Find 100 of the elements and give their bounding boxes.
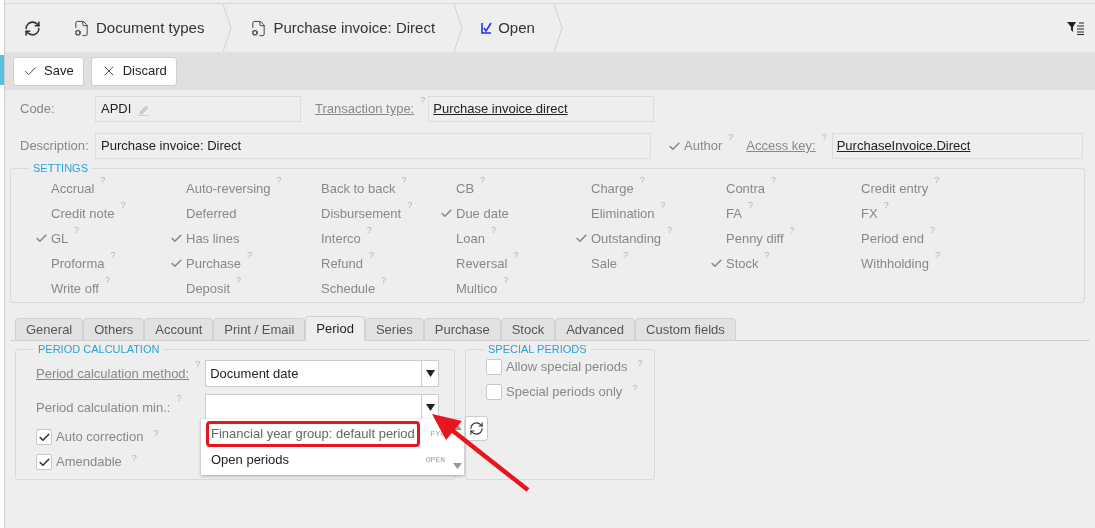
help-marker[interactable]: ? (420, 96, 426, 105)
setting-label: Multico (456, 279, 498, 298)
help-marker[interactable]: ? (503, 276, 509, 285)
transaction-type-field[interactable]: Purchase invoice direct (428, 96, 655, 122)
breadcrumb-item[interactable]: Open (463, 16, 553, 40)
help-marker[interactable]: ? (934, 251, 940, 260)
dropdown-option[interactable]: Open periods (206, 447, 295, 473)
breadcrumb-item[interactable]: Document types (55, 16, 223, 40)
field-label-link[interactable]: Transaction type: (315, 99, 415, 119)
setting-label: CB (456, 179, 475, 198)
help-marker[interactable]: ? (637, 359, 643, 368)
check-icon (481, 22, 493, 34)
help-marker[interactable]: ? (176, 394, 182, 403)
help-marker[interactable]: ? (764, 251, 770, 260)
setting-label: Accrual (51, 179, 95, 198)
help-marker[interactable]: ? (929, 226, 935, 235)
setting-label: Has lines (186, 229, 240, 248)
setting-label: Charge (591, 179, 634, 198)
help-marker[interactable]: ? (747, 201, 753, 210)
tab[interactable]: Custom fields (635, 318, 736, 341)
setting-label: Sale (591, 254, 618, 273)
help-marker[interactable]: ? (821, 133, 827, 142)
help-marker[interactable]: ? (407, 201, 413, 210)
filter-list-button[interactable] (1067, 21, 1085, 35)
setting-label: Credit entry (861, 179, 929, 198)
select-field[interactable] (205, 394, 440, 421)
section-title: SPECIAL PERIODS (487, 344, 588, 355)
discard-button[interactable]: Discard (90, 56, 177, 86)
tab[interactable]: General (15, 318, 84, 341)
help-marker[interactable]: ? (120, 201, 126, 210)
help-marker[interactable]: ? (366, 226, 372, 235)
help-marker[interactable]: ? (883, 201, 889, 210)
help-marker[interactable]: ? (667, 226, 673, 235)
setting-label: Reversal (456, 254, 508, 273)
breadcrumb-item[interactable]: Purchase invoice: Direct (232, 16, 454, 40)
help-marker[interactable]: ? (246, 251, 252, 260)
help-marker[interactable]: ? (934, 176, 940, 185)
tab[interactable]: Advanced (555, 318, 636, 341)
help-marker[interactable]: ? (789, 226, 795, 235)
help-marker[interactable]: ? (381, 276, 387, 285)
code-field[interactable]: APDI (95, 96, 301, 122)
help-marker[interactable]: ? (131, 454, 137, 463)
help-marker[interactable]: ? (639, 176, 645, 185)
help-marker[interactable]: ? (513, 251, 519, 260)
save-button[interactable]: Save (13, 56, 84, 86)
tab[interactable]: Period (305, 316, 365, 341)
setting-label: FX (861, 204, 878, 223)
help-marker[interactable]: ? (195, 360, 201, 369)
help-marker[interactable]: ? (368, 251, 374, 260)
setting-label: FA (726, 204, 742, 223)
check-icon (170, 257, 183, 270)
help-marker[interactable]: ? (490, 226, 496, 235)
access-key-field[interactable]: PurchaseInvoice.Direct (831, 133, 1083, 159)
help-marker[interactable]: ? (153, 429, 159, 438)
check-icon (710, 257, 723, 270)
help-marker[interactable]: ? (728, 133, 734, 142)
help-marker[interactable]: ? (632, 384, 638, 393)
setting-label: GL (51, 229, 69, 248)
field-label-link[interactable]: Access key: (746, 136, 816, 156)
caret-icon (425, 404, 435, 411)
checkbox[interactable] (486, 359, 502, 375)
setting-label: Deferred (186, 204, 237, 223)
refresh-button[interactable] (465, 416, 488, 441)
dropdown-option[interactable]: Financial year group: default period (206, 421, 420, 447)
check-icon (170, 232, 183, 245)
help-marker[interactable]: ? (104, 276, 110, 285)
setting-label: Withholding (861, 254, 929, 273)
tab[interactable]: Purchase (423, 318, 501, 341)
refresh-icon (469, 421, 484, 436)
check-icon (37, 455, 51, 469)
tab[interactable]: Stock (500, 318, 556, 341)
tab[interactable]: Print / Email (213, 318, 306, 341)
help-marker[interactable]: ? (100, 176, 106, 185)
help-marker[interactable]: ? (74, 226, 80, 235)
check-icon (440, 207, 453, 220)
section-title: PERIOD CALCULATION (37, 344, 161, 355)
checkbox[interactable] (486, 384, 502, 400)
help-marker[interactable]: ? (236, 276, 242, 285)
help-marker[interactable]: ? (110, 251, 116, 260)
description-field[interactable]: Purchase invoice: Direct (95, 133, 651, 159)
help-marker[interactable]: ? (276, 176, 282, 185)
help-marker[interactable]: ? (623, 251, 629, 260)
checkbox-label: Allow special periods (506, 358, 628, 377)
field-label: Code: (19, 100, 56, 119)
help-marker[interactable]: ? (660, 201, 666, 210)
tab[interactable]: Account (144, 318, 214, 341)
help-marker[interactable]: ? (401, 176, 407, 185)
setting-label: Loan (456, 229, 485, 248)
select-field[interactable]: Document date (205, 360, 440, 387)
setting-label: Period end (861, 229, 924, 248)
checkbox-label: Auto correction (56, 428, 144, 447)
checkbox[interactable] (36, 454, 52, 470)
tab[interactable]: Others (83, 318, 145, 341)
help-marker[interactable]: ? (480, 176, 486, 185)
field-label-link[interactable]: Period calculation method: (36, 363, 190, 384)
document-gear-icon (73, 19, 90, 37)
help-marker[interactable]: ? (771, 176, 777, 185)
setting-label: Elimination (591, 204, 655, 223)
tab[interactable]: Series (364, 318, 424, 341)
checkbox[interactable] (36, 429, 52, 445)
